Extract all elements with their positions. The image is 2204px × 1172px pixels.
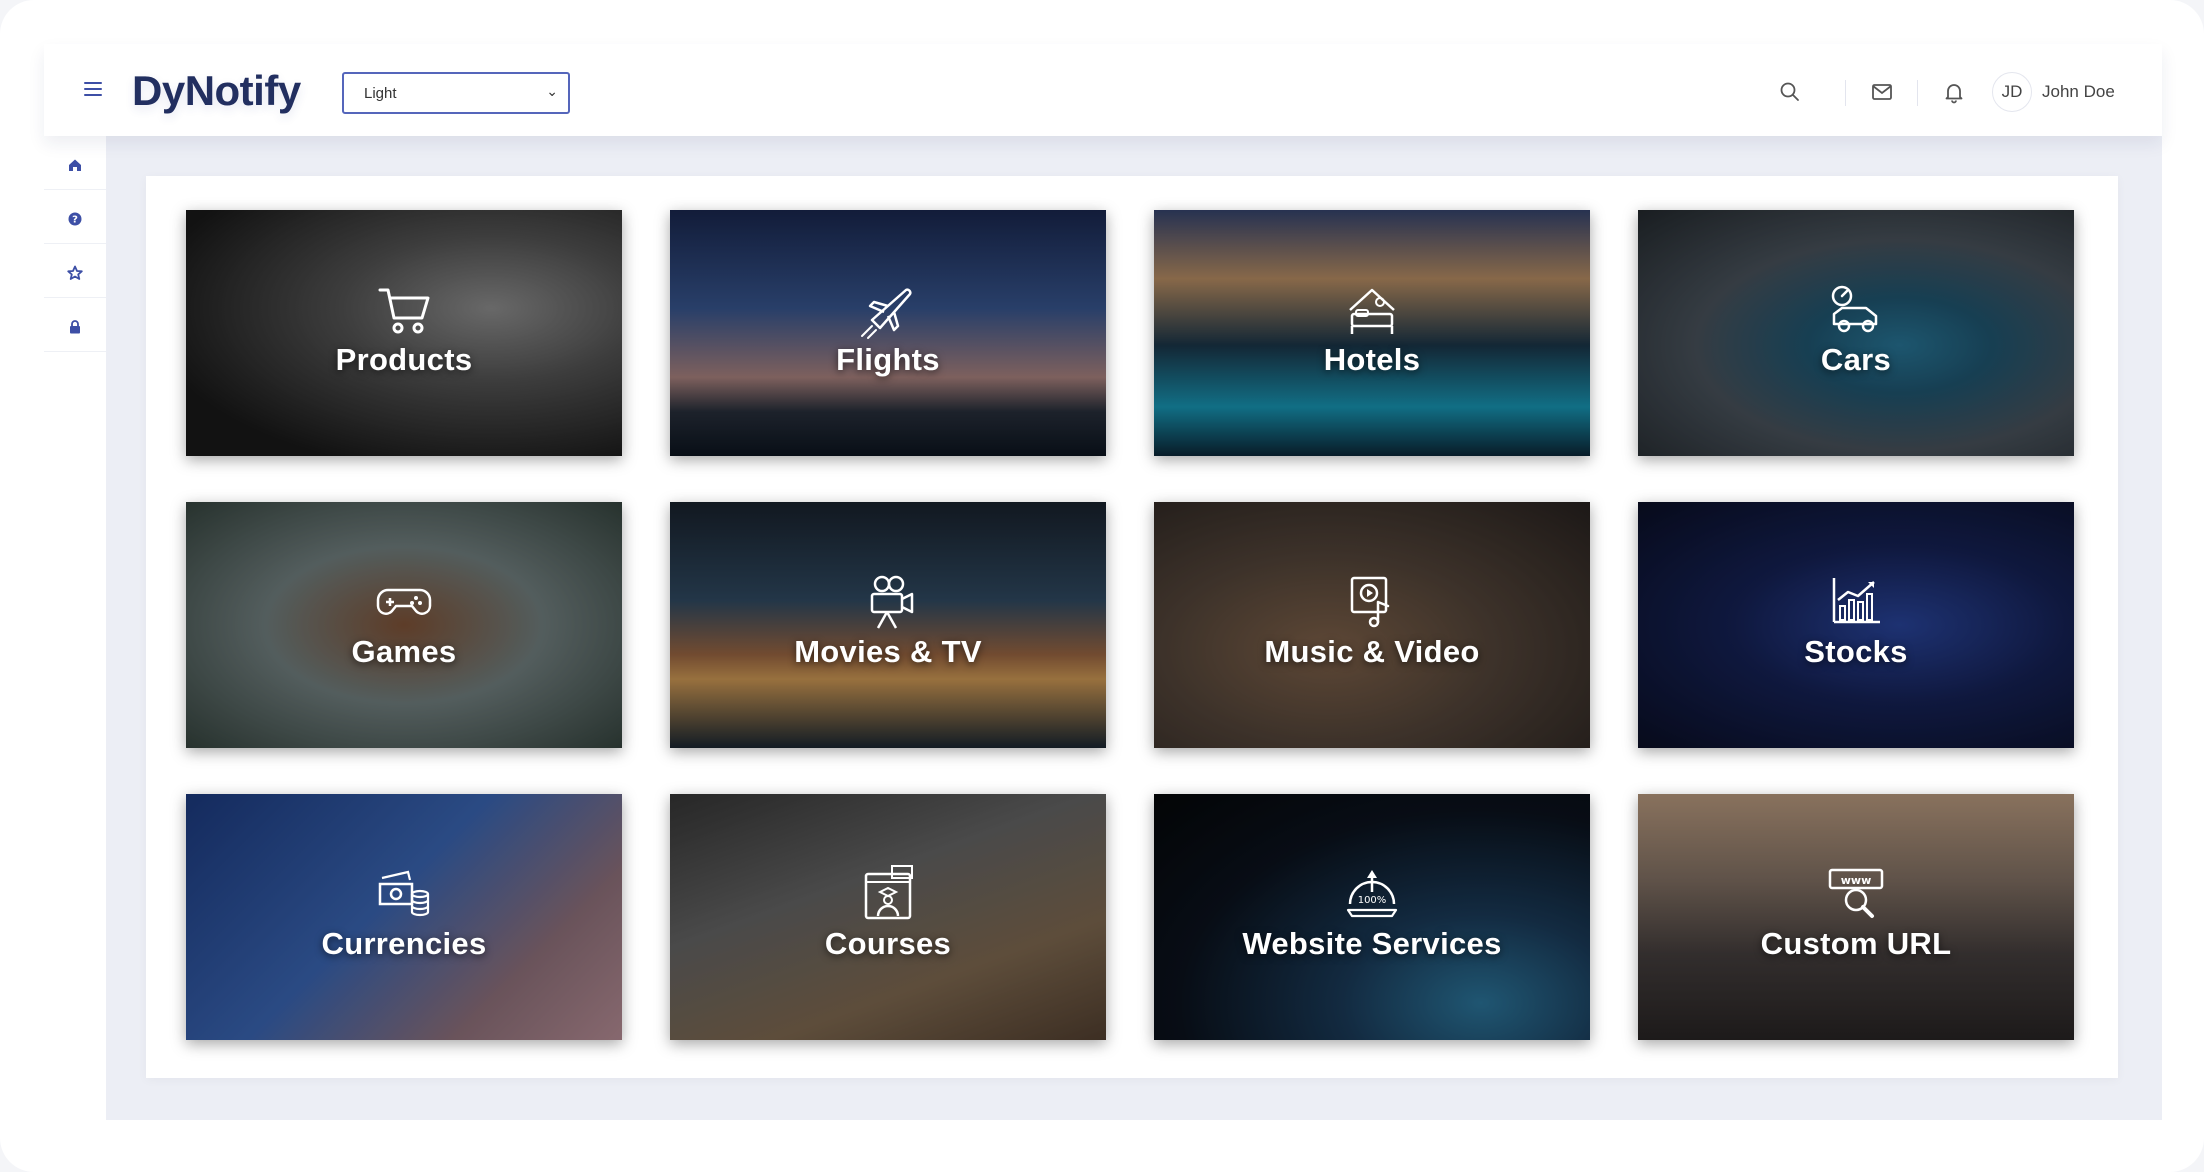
tile-currencies[interactable]: Currencies: [186, 794, 622, 1040]
tile-label: Hotels: [1323, 342, 1421, 377]
stock-chart-icon: [1832, 578, 1880, 624]
bell-icon[interactable]: [1942, 80, 1966, 104]
chevron-down-icon: ⌄: [546, 83, 558, 99]
tile-custom-url[interactable]: www Custom URL: [1638, 794, 2074, 1040]
movie-camera-icon: [870, 575, 914, 629]
tile-flights[interactable]: Flights: [670, 210, 1106, 456]
tile-label: Website Services: [1242, 926, 1502, 961]
avatar[interactable]: JD: [1992, 72, 2032, 112]
tile-website-services[interactable]: 100% Website Services: [1154, 794, 1590, 1040]
mail-icon[interactable]: [1870, 80, 1894, 104]
tile-label: Products: [335, 342, 473, 377]
app-title: DyNotify: [132, 67, 301, 114]
lock-icon: [70, 320, 80, 334]
sidebar-item-home[interactable]: [44, 136, 106, 190]
car-icon: [1831, 285, 1878, 333]
shopping-cart-icon: [378, 288, 430, 334]
www-search-icon: www: [1828, 868, 1884, 918]
tile-label: Games: [351, 634, 457, 669]
sidebar-item-favorites[interactable]: [44, 244, 106, 298]
online-course-icon: [864, 865, 913, 920]
sidebar: ?: [44, 136, 106, 1120]
header-divider: [1917, 80, 1918, 106]
sidebar-item-security[interactable]: [44, 298, 106, 352]
svg-text:www: www: [1841, 874, 1872, 887]
tile-movies-tv[interactable]: Movies & TV: [670, 502, 1106, 748]
menu-icon[interactable]: [84, 82, 102, 96]
gamepad-icon: [376, 588, 432, 615]
tile-label: Courses: [824, 926, 952, 961]
money-coins-icon: [378, 870, 430, 917]
categories-panel: Products Flights Hotels Cars Games Movie…: [146, 176, 2118, 1078]
user-name[interactable]: John Doe: [2042, 82, 2115, 102]
tile-stocks[interactable]: Stocks: [1638, 502, 2074, 748]
tile-products[interactable]: Products: [186, 210, 622, 456]
svg-text:?: ?: [72, 215, 78, 226]
tile-label: Custom URL: [1760, 926, 1952, 961]
window-frame: DyNotify Light ⌄ JD John Doe ? Products …: [0, 0, 2204, 1172]
theme-select-value: Light: [364, 85, 397, 102]
top-bar: DyNotify Light ⌄ JD John Doe: [44, 44, 2162, 136]
tile-label: Stocks: [1804, 634, 1908, 669]
app-container: DyNotify Light ⌄ JD John Doe ? Products …: [44, 44, 2162, 1120]
tile-courses[interactable]: Courses: [670, 794, 1106, 1040]
hotel-bed-icon: [1349, 288, 1395, 334]
tile-label: Cars: [1820, 342, 1892, 377]
tile-label: Music & Video: [1264, 634, 1480, 669]
speedometer-icon: 100%: [1346, 870, 1398, 918]
search-icon[interactable]: [1778, 80, 1802, 104]
header-divider: [1845, 80, 1846, 106]
star-icon: [67, 265, 83, 280]
tile-label: Flights: [836, 342, 940, 377]
svg-text:100%: 100%: [1358, 895, 1387, 906]
tile-games[interactable]: Games: [186, 502, 622, 748]
theme-select[interactable]: Light ⌄: [342, 72, 570, 114]
home-icon: [69, 159, 81, 171]
media-player-icon: [1350, 576, 1390, 628]
tile-cars[interactable]: Cars: [1638, 210, 2074, 456]
airplane-icon: [861, 288, 912, 339]
tile-music-video[interactable]: Music & Video: [1154, 502, 1590, 748]
tile-hotels[interactable]: Hotels: [1154, 210, 1590, 456]
sidebar-item-help[interactable]: ?: [44, 190, 106, 244]
tile-label: Movies & TV: [794, 634, 982, 669]
help-icon: ?: [68, 212, 82, 226]
tile-label: Currencies: [321, 926, 487, 961]
